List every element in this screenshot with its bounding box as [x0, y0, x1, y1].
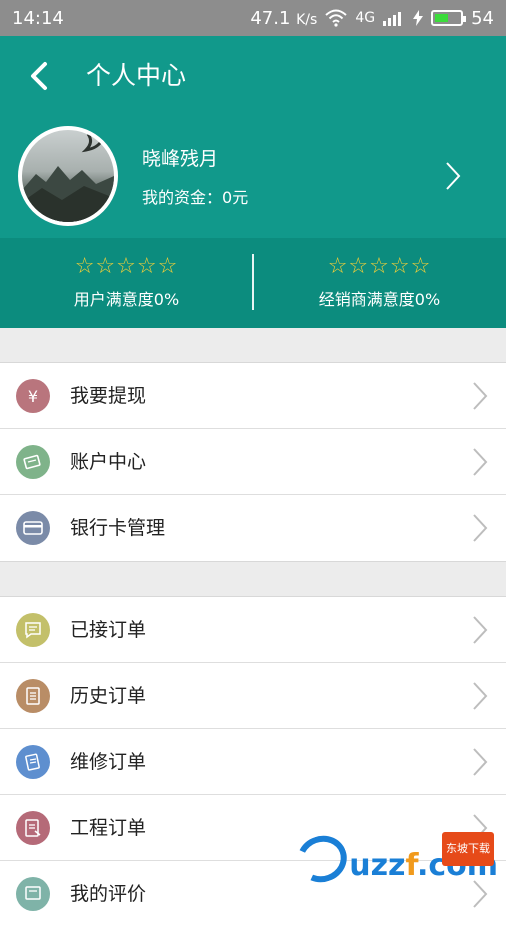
menu-item-label: 已接订单: [70, 597, 146, 663]
wifi-icon: [325, 9, 347, 27]
menu-item-repair-orders[interactable]: 维修订单: [0, 729, 506, 795]
chevron-right-icon: [472, 747, 488, 777]
status-bar: 14:14 47.1 K/s 4G 54: [0, 0, 506, 36]
charging-icon: [413, 10, 423, 26]
withdraw-icon: ¥: [16, 379, 50, 413]
menu-item-label: 我要提现: [70, 363, 146, 429]
menu-group-finance: ¥ 我要提现 账户中心 银行卡管理: [0, 362, 506, 562]
star-rating: ☆☆☆☆☆: [0, 254, 253, 280]
history-order-icon: [16, 679, 50, 713]
mountain-landscape-image: [22, 130, 114, 222]
signal-type-label: 4G: [355, 10, 375, 26]
funds-text: 我的资金：0元: [142, 184, 248, 208]
chevron-right-icon: [472, 681, 488, 711]
menu-item-label: 账户中心: [70, 429, 146, 495]
menu-item-accepted-orders[interactable]: 已接订单: [0, 597, 506, 663]
menu-item-label: 工程订单: [70, 795, 146, 861]
ratings-bar: ☆☆☆☆☆ 用户满意度0% ☆☆☆☆☆ 经销商满意度0%: [0, 238, 506, 328]
chevron-right-icon: [472, 447, 488, 477]
battery-icon: [431, 10, 463, 26]
profile-card[interactable]: 晓峰残月 我的资金：0元: [0, 122, 506, 238]
site-watermark: uzzf.com 东坡下载: [297, 836, 498, 882]
menu-item-label: 我的评价: [70, 861, 146, 927]
star-rating: ☆☆☆☆☆: [253, 254, 506, 280]
funds-value: 0元: [222, 188, 248, 207]
chevron-right-icon: [472, 879, 488, 909]
avatar: [18, 126, 118, 226]
network-speed: 47.1 K/s: [250, 8, 317, 29]
dealer-satisfaction-label: 经销商满意度0%: [253, 286, 506, 310]
signal-icon: [383, 10, 405, 26]
review-icon: [16, 877, 50, 911]
menu-item-label: 银行卡管理: [70, 495, 165, 561]
user-satisfaction-label: 用户满意度0%: [0, 286, 253, 310]
status-time: 14:14: [12, 8, 250, 29]
watermark-text: uzzf.com 东坡下载: [349, 850, 498, 882]
header: 个人中心 晓峰残月 我的资金：0元: [0, 36, 506, 238]
menu-item-label: 历史订单: [70, 663, 146, 729]
dealer-satisfaction: ☆☆☆☆☆ 经销商满意度0%: [253, 238, 506, 328]
account-icon: [16, 445, 50, 479]
watermark-logo-icon: [291, 829, 354, 889]
bank-card-icon: [16, 511, 50, 545]
chevron-right-icon: [472, 615, 488, 645]
chevron-right-icon: [472, 513, 488, 543]
menu-item-bank-card[interactable]: 银行卡管理: [0, 495, 506, 561]
accepted-order-icon: [16, 613, 50, 647]
user-satisfaction: ☆☆☆☆☆ 用户满意度0%: [0, 238, 253, 328]
menu-item-history-orders[interactable]: 历史订单: [0, 663, 506, 729]
menu-item-label: 维修订单: [70, 729, 146, 795]
battery-percent: 54: [471, 8, 494, 29]
watermark-tag: 东坡下载: [442, 832, 494, 866]
chevron-right-icon: [472, 381, 488, 411]
username: 晓峰残月: [142, 144, 218, 171]
back-button[interactable]: [22, 56, 56, 96]
back-arrow-icon: [29, 61, 49, 91]
chevron-right-icon: [444, 160, 462, 192]
project-order-icon: [16, 811, 50, 845]
menu-item-account-center[interactable]: 账户中心: [0, 429, 506, 495]
repair-order-icon: [16, 745, 50, 779]
page-title: 个人中心: [86, 56, 186, 96]
menu-item-withdraw[interactable]: ¥ 我要提现: [0, 363, 506, 429]
